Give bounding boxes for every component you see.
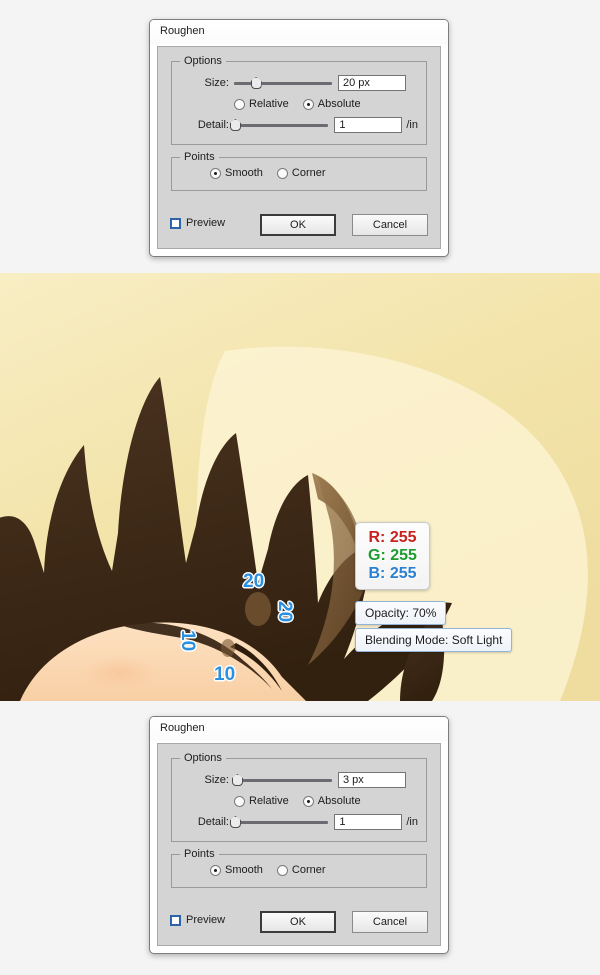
- points-group: Points Smooth Corner: [171, 151, 427, 191]
- rgb-values-tooltip: R: 255 G: 255 B: 255: [355, 522, 430, 590]
- detail-slider[interactable]: [229, 814, 329, 830]
- dialog-footer: Preview OK Cancel: [170, 911, 428, 933]
- dialog-title: Roughen: [160, 25, 205, 37]
- detail-unit-label: /in: [406, 816, 418, 828]
- size-slider-knob[interactable]: [250, 77, 262, 89]
- detail-row: Detail: 1 /in: [172, 813, 418, 831]
- size-slider-track[interactable]: [234, 779, 332, 782]
- rgb-green-value: G: 255: [368, 547, 417, 564]
- radio-absolute[interactable]: Absolute: [302, 795, 361, 807]
- preview-checkbox-wrap[interactable]: Preview: [170, 217, 225, 229]
- detail-slider[interactable]: [229, 117, 329, 133]
- rgb-red-value: R: 255: [368, 529, 417, 546]
- size-input[interactable]: 3 px: [338, 772, 406, 788]
- radio-corner-label: Corner: [291, 864, 326, 876]
- size-mode-radio-row: Relative Absolute: [172, 793, 418, 809]
- radio-absolute[interactable]: Absolute: [302, 98, 361, 110]
- radio-corner-label: Corner: [291, 167, 326, 179]
- radio-relative[interactable]: Relative: [234, 795, 289, 807]
- radio-corner[interactable]: Corner: [276, 864, 326, 876]
- annotation-10-b: 10: [214, 664, 236, 685]
- size-slider[interactable]: [231, 772, 332, 788]
- radio-smooth-circle-icon[interactable]: [210, 167, 221, 179]
- preview-checkbox-wrap[interactable]: Preview: [170, 914, 225, 926]
- radio-corner-circle-icon[interactable]: [276, 864, 288, 876]
- radio-relative-label: Relative: [249, 795, 289, 807]
- radio-absolute-label: Absolute: [317, 795, 361, 807]
- roughen-dialog-bottom[interactable]: Roughen Options Size: 3 px Relative Abso…: [149, 716, 449, 954]
- dialog-body: Options Size: 20 px Relative Absolute De…: [157, 46, 441, 249]
- radio-relative-circle-icon[interactable]: [234, 795, 245, 807]
- detail-input[interactable]: 1: [334, 814, 403, 830]
- size-row: Size: 3 px: [172, 771, 418, 789]
- ok-button[interactable]: OK: [260, 911, 336, 933]
- preview-checkbox-icon[interactable]: [170, 217, 181, 229]
- options-group: Options Size: 20 px Relative Absolute De…: [171, 55, 427, 145]
- size-input[interactable]: 20 px: [338, 75, 406, 91]
- annotation-10-a: 10: [177, 630, 198, 652]
- blending-mode-info-box: Blending Mode: Soft Light: [355, 628, 513, 652]
- radio-smooth-label: Smooth: [225, 864, 263, 876]
- size-label: Size:: [204, 774, 229, 786]
- dialog-title-bar: Roughen: [150, 717, 448, 741]
- options-group: Options Size: 3 px Relative Absolute Det…: [171, 752, 427, 842]
- preview-label: Preview: [186, 914, 226, 926]
- radio-absolute-circle-icon[interactable]: [302, 795, 314, 807]
- detail-unit-label: /in: [406, 119, 418, 131]
- dialog-footer: Preview OK Cancel: [170, 214, 428, 236]
- cancel-button[interactable]: Cancel: [352, 214, 428, 236]
- detail-row: Detail: 1 /in: [172, 116, 418, 134]
- dialog-title: Roughen: [160, 722, 205, 734]
- size-slider-knob[interactable]: [231, 774, 243, 786]
- rgb-blue-value: B: 255: [368, 565, 417, 582]
- points-radio-row: Smooth Corner: [210, 167, 340, 179]
- size-slider[interactable]: [234, 75, 332, 91]
- options-group-legend: Options: [180, 752, 226, 764]
- radio-corner-circle-icon[interactable]: [276, 167, 288, 179]
- radio-absolute-circle-icon[interactable]: [302, 98, 314, 110]
- points-group: Points Smooth Corner: [171, 848, 427, 888]
- radio-smooth[interactable]: Smooth: [210, 167, 263, 179]
- detail-slider-track[interactable]: [234, 124, 329, 127]
- options-group-legend: Options: [180, 55, 226, 67]
- size-row: Size: 20 px: [172, 74, 418, 92]
- points-group-legend: Points: [180, 151, 219, 163]
- radio-relative[interactable]: Relative: [234, 98, 289, 110]
- dialog-title-bar: Roughen: [150, 20, 448, 44]
- radio-smooth-label: Smooth: [225, 167, 263, 179]
- cancel-button[interactable]: Cancel: [352, 911, 428, 933]
- ok-button[interactable]: OK: [260, 214, 336, 236]
- points-group-legend: Points: [180, 848, 219, 860]
- radio-absolute-label: Absolute: [317, 98, 361, 110]
- dialog-body: Options Size: 3 px Relative Absolute Det…: [157, 743, 441, 946]
- radio-smooth[interactable]: Smooth: [210, 864, 263, 876]
- annotation-20-b: 20: [274, 601, 295, 623]
- detail-label: Detail:: [197, 816, 229, 828]
- preview-label: Preview: [186, 217, 226, 229]
- radio-corner[interactable]: Corner: [276, 167, 326, 179]
- opacity-info-box: Opacity: 70%: [355, 601, 447, 625]
- points-radio-row: Smooth Corner: [210, 864, 340, 876]
- preview-checkbox-icon[interactable]: [170, 914, 181, 926]
- detail-slider-track[interactable]: [234, 821, 329, 824]
- detail-label: Detail:: [197, 119, 229, 131]
- annotation-20-a: 20: [243, 571, 265, 592]
- roughen-dialog-top[interactable]: Roughen Options Size: 20 px Relative Abs…: [149, 19, 449, 257]
- size-label: Size:: [204, 77, 229, 89]
- size-mode-radio-row: Relative Absolute: [172, 96, 418, 112]
- radio-smooth-circle-icon[interactable]: [210, 864, 221, 876]
- radio-relative-label: Relative: [249, 98, 289, 110]
- detail-input[interactable]: 1: [334, 117, 403, 133]
- radio-relative-circle-icon[interactable]: [234, 98, 245, 110]
- size-slider-track[interactable]: [234, 82, 332, 85]
